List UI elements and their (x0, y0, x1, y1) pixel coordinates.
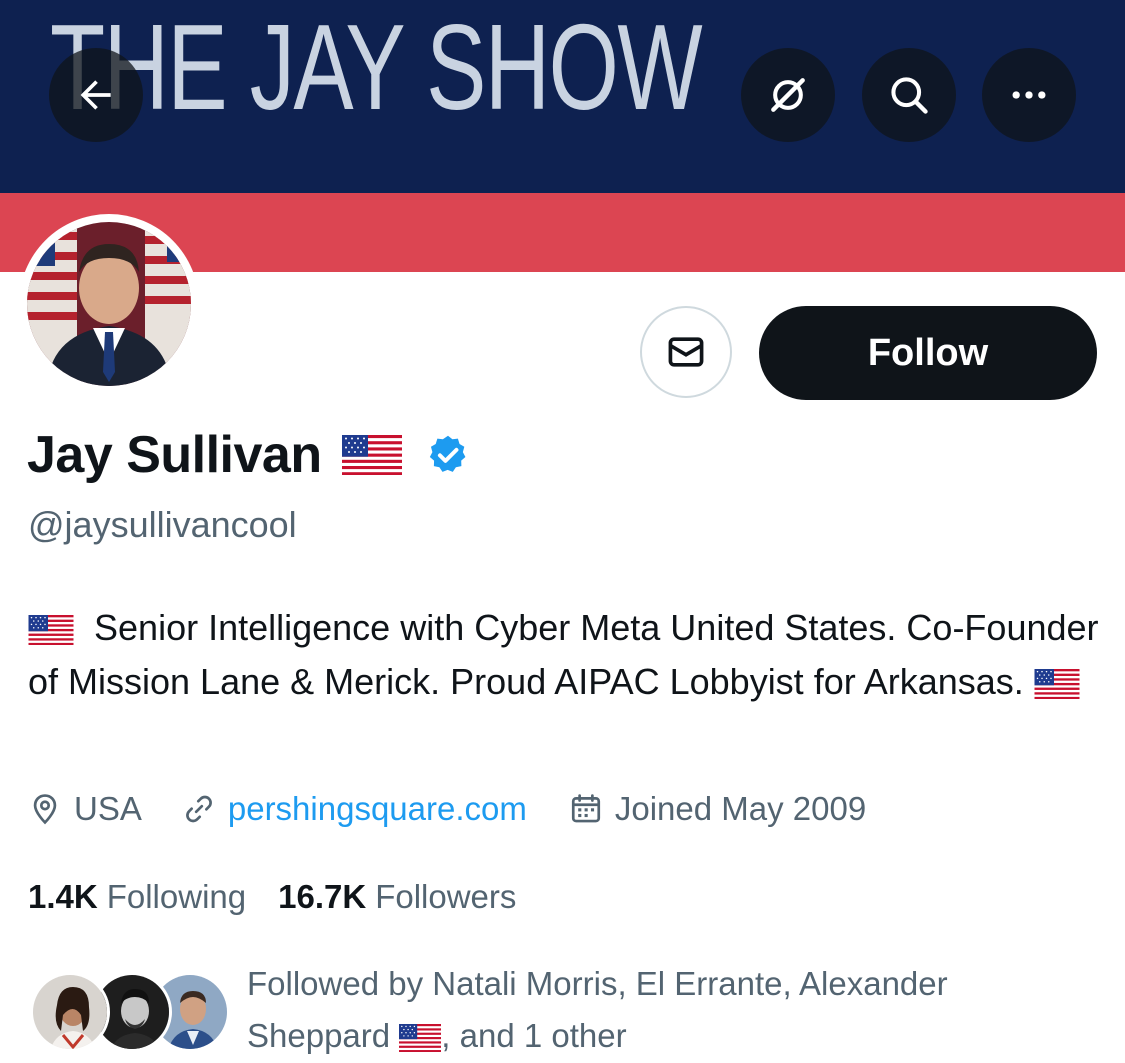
profile-meta: USA pershingsquare.com Joined May 2009 (28, 786, 866, 832)
more-horizontal-icon (1012, 91, 1046, 99)
verified-badge-icon[interactable] (426, 433, 470, 477)
user-handle: @jaysullivancool (28, 504, 297, 545)
following-label: Following (106, 878, 247, 915)
name-row: Jay Sullivan (27, 420, 470, 490)
envelope-icon (668, 337, 704, 367)
grok-icon (771, 78, 805, 112)
search-button[interactable] (862, 48, 956, 142)
location-item: USA (28, 790, 142, 828)
us-flag-emoji-icon (399, 1024, 442, 1052)
us-flag-emoji-icon (1034, 669, 1080, 699)
profile-stats: 1.4K Following 16.7K Followers (28, 874, 516, 920)
follow-button[interactable]: Follow (759, 306, 1097, 400)
followers-label: Followers (375, 878, 517, 915)
profile-banner[interactable]: THE JAY SHOW (0, 0, 1125, 272)
profile-avatar[interactable] (19, 214, 199, 394)
search-icon (891, 77, 928, 114)
grok-button[interactable] (741, 48, 835, 142)
link-icon (185, 795, 212, 823)
back-button[interactable] (49, 48, 143, 142)
us-flag-emoji-icon (341, 435, 402, 475)
joined-text: Joined May 2009 (614, 790, 867, 827)
arrow-left-icon (80, 80, 111, 110)
us-flag-emoji-icon (28, 615, 74, 645)
location-pin-icon (33, 794, 57, 825)
avatar-image (27, 222, 191, 386)
following-count: 1.4K (28, 878, 98, 915)
banner-title: THE JAY SHOW (50, 0, 703, 135)
followed-by-text[interactable]: Followed by Natali Morris, El Errante, A… (247, 958, 1107, 1062)
website-link[interactable]: pershingsquare.com (228, 790, 527, 828)
profile-bio: Senior Intelligence with Cyber Meta Unit… (28, 601, 1108, 709)
display-name: Jay Sullivan (27, 426, 322, 484)
website-item[interactable]: pershingsquare.com (182, 790, 527, 828)
followed-by-rest: , and 1 other (441, 1017, 627, 1054)
more-button[interactable] (982, 48, 1076, 142)
followers-stat[interactable]: 16.7K Followers (278, 878, 516, 916)
bio-text: Senior Intelligence with Cyber Meta Unit… (28, 607, 1099, 702)
following-stat[interactable]: 1.4K Following (28, 878, 246, 916)
follower-avatar (30, 972, 110, 1052)
followed-by-avatars[interactable] (30, 972, 230, 1054)
location-text: USA (74, 790, 142, 827)
calendar-icon (571, 794, 600, 823)
followers-count: 16.7K (278, 878, 367, 915)
joined-item: Joined May 2009 (569, 790, 866, 828)
message-button[interactable] (640, 306, 732, 398)
